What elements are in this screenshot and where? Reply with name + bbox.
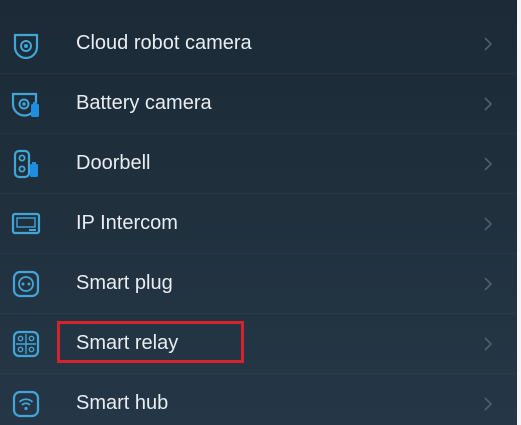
smart-plug-icon bbox=[11, 269, 41, 299]
device-row-ip-intercom[interactable]: IP Intercom bbox=[0, 194, 517, 254]
smart-relay-icon bbox=[11, 329, 41, 359]
device-row-smart-relay[interactable]: Smart relay bbox=[0, 314, 517, 374]
cloud-robot-camera-icon bbox=[11, 29, 41, 59]
device-type-list: Cloud robot camera Battery camera Doorbe… bbox=[0, 14, 517, 425]
ip-intercom-icon bbox=[11, 209, 41, 239]
device-row-label: Battery camera bbox=[76, 92, 212, 115]
device-row-battery-camera[interactable]: Battery camera bbox=[0, 74, 517, 134]
chevron-right-icon bbox=[483, 96, 493, 112]
device-row-smart-plug[interactable]: Smart plug bbox=[0, 254, 517, 314]
device-row-label: IP Intercom bbox=[76, 212, 178, 235]
chevron-right-icon bbox=[483, 276, 493, 292]
chevron-right-icon bbox=[483, 396, 493, 412]
device-row-doorbell[interactable]: Doorbell bbox=[0, 134, 517, 194]
device-row-label: Smart plug bbox=[76, 272, 173, 295]
chevron-right-icon bbox=[483, 36, 493, 52]
smart-hub-icon bbox=[11, 389, 41, 419]
chevron-right-icon bbox=[483, 156, 493, 172]
device-row-label: Smart hub bbox=[76, 392, 169, 415]
device-row-smart-hub[interactable]: Smart hub bbox=[0, 374, 517, 425]
battery-camera-icon bbox=[11, 89, 41, 119]
device-row-label: Cloud robot camera bbox=[76, 32, 252, 55]
device-type-screen: Cloud robot camera Battery camera Doorbe… bbox=[0, 0, 517, 425]
chevron-right-icon bbox=[483, 216, 493, 232]
device-row-label: Smart relay bbox=[76, 332, 179, 355]
chevron-right-icon bbox=[483, 336, 493, 352]
device-row-label: Doorbell bbox=[76, 152, 151, 175]
doorbell-icon bbox=[11, 149, 41, 179]
device-row-cloud-robot-camera[interactable]: Cloud robot camera bbox=[0, 14, 517, 74]
